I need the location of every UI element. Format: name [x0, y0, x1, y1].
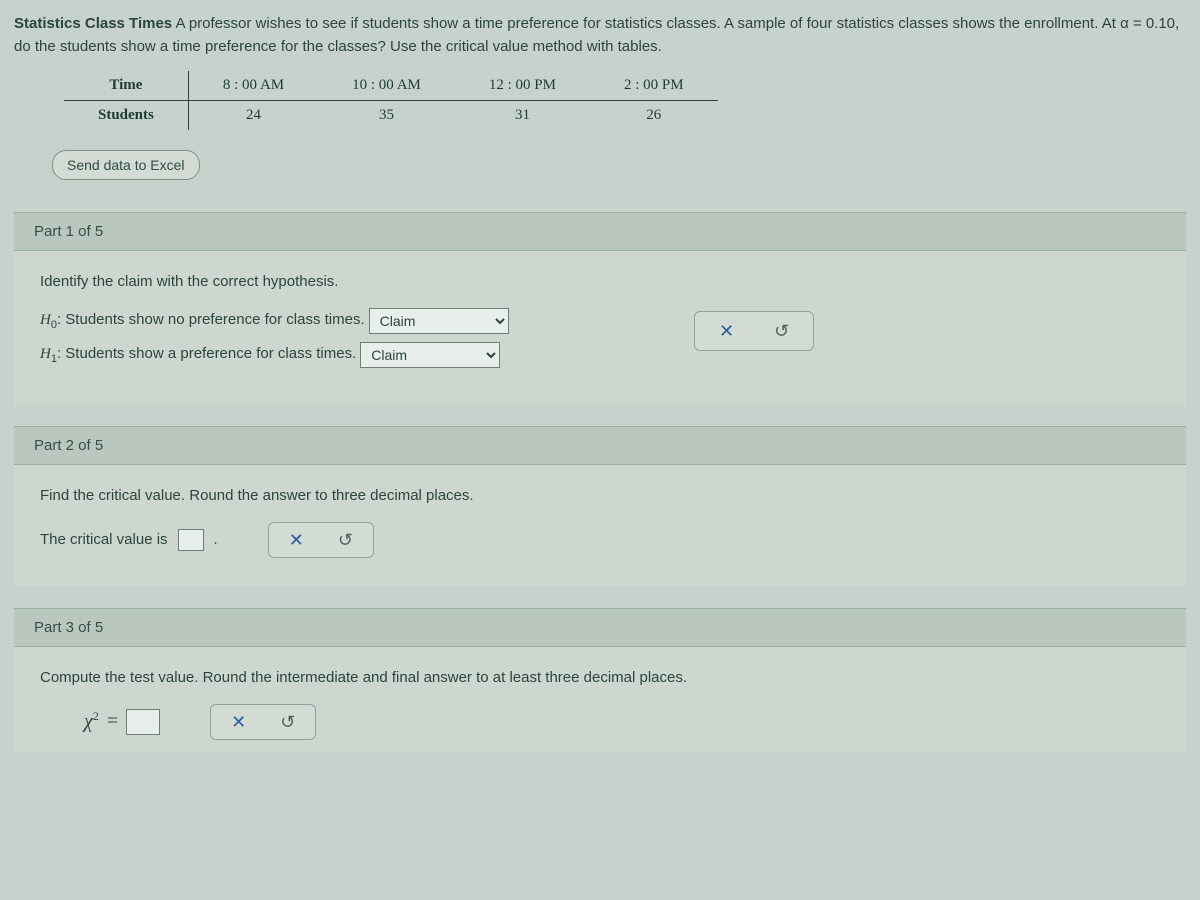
part-1-header: Part 1 of 5	[14, 212, 1186, 251]
chi-sup: 2	[93, 709, 99, 723]
h1-claim-select[interactable]: Claim	[360, 342, 500, 368]
col-2: 12 : 00 PM	[455, 71, 590, 101]
table-row-values: Students 24 35 31 26	[64, 100, 718, 130]
col-0: 8 : 00 AM	[188, 71, 318, 101]
row-label-students: Students	[64, 100, 188, 130]
part-2-toolbox: ✕ ↺	[268, 522, 374, 558]
part-2-body: Find the critical value. Round the answe…	[14, 465, 1186, 586]
part-3-body: Compute the test value. Round the interm…	[14, 647, 1186, 752]
cv-text: The critical value is	[40, 531, 168, 548]
part-3-header: Part 3 of 5	[14, 608, 1186, 647]
part-3-instruction: Compute the test value. Round the interm…	[40, 669, 1160, 686]
col-1: 10 : 00 AM	[318, 71, 455, 101]
clear-icon[interactable]: ✕	[231, 713, 246, 731]
cv-period: .	[214, 531, 218, 548]
part-2-header: Part 2 of 5	[14, 426, 1186, 465]
h0-symbol: H	[40, 312, 51, 328]
h1-symbol: H	[40, 346, 51, 362]
chi-symbol: χ	[84, 711, 93, 733]
val-1: 35	[318, 100, 455, 130]
val-0: 24	[188, 100, 318, 130]
part-1-body: Identify the claim with the correct hypo…	[14, 251, 1186, 404]
reset-icon[interactable]: ↺	[338, 531, 353, 549]
val-2: 31	[455, 100, 590, 130]
data-table-area: Time 8 : 00 AM 10 : 00 AM 12 : 00 PM 2 :…	[64, 71, 1186, 130]
chi-square-input[interactable]	[126, 709, 160, 735]
equals-sign: =	[107, 710, 118, 733]
problem-intro: Statistics Class Times A professor wishe…	[14, 12, 1186, 59]
h0-claim-select[interactable]: Claim	[369, 308, 509, 334]
reset-icon[interactable]: ↺	[774, 322, 789, 340]
val-3: 26	[590, 100, 718, 130]
problem-text-body: A professor wishes to see if students sh…	[14, 15, 1179, 55]
send-to-excel-button[interactable]: Send data to Excel	[52, 150, 200, 180]
chi-square-expression: χ2 =	[84, 709, 160, 735]
part-1-instruction: Identify the claim with the correct hypo…	[40, 273, 1160, 290]
table-row-header: Time 8 : 00 AM 10 : 00 AM 12 : 00 PM 2 :…	[64, 71, 718, 101]
h0-text: : Students show no preference for class …	[57, 311, 365, 328]
clear-icon[interactable]: ✕	[719, 322, 734, 340]
col-3: 2 : 00 PM	[590, 71, 718, 101]
h1-line: H1: Students show a preference for class…	[40, 342, 1160, 368]
part-1-toolbox: ✕ ↺	[694, 311, 814, 351]
h1-text: : Students show a preference for class t…	[57, 345, 356, 362]
part-3-toolbox: ✕ ↺	[210, 704, 316, 740]
data-table: Time 8 : 00 AM 10 : 00 AM 12 : 00 PM 2 :…	[64, 71, 718, 130]
critical-value-input[interactable]	[178, 529, 204, 551]
row-label-time: Time	[64, 71, 188, 101]
reset-icon[interactable]: ↺	[280, 713, 295, 731]
part-2-instruction: Find the critical value. Round the answe…	[40, 487, 1160, 504]
problem-title: Statistics Class Times	[14, 15, 172, 32]
clear-icon[interactable]: ✕	[289, 531, 304, 549]
h0-line: H0: Students show no preference for clas…	[40, 308, 1160, 334]
